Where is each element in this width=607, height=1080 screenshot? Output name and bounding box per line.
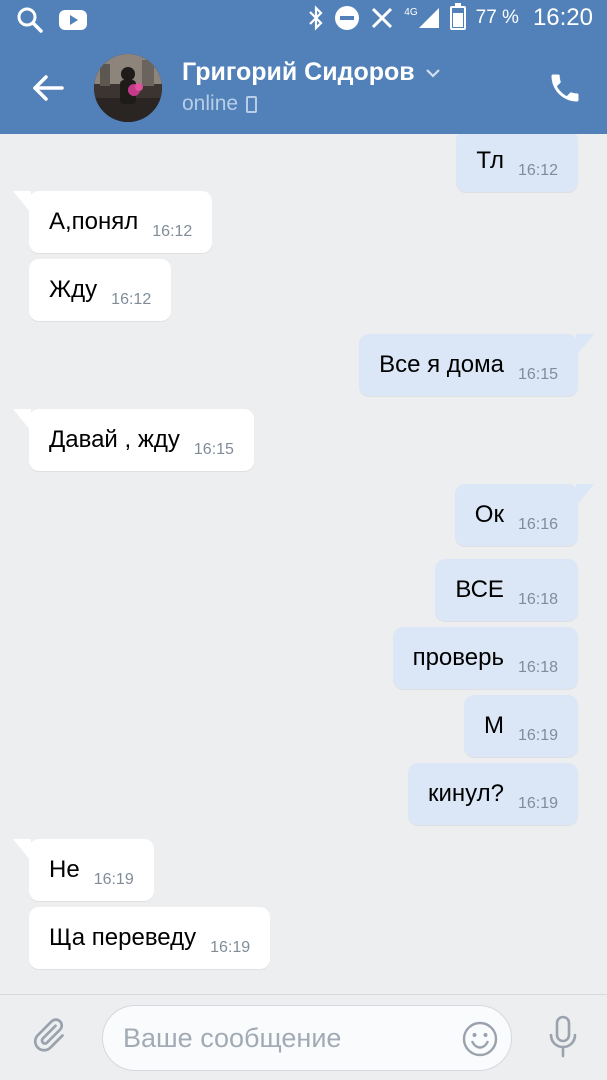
message-text: ВСЕ	[455, 576, 504, 603]
x-icon	[370, 6, 394, 30]
signal-icon: 4G	[404, 7, 439, 29]
message-text: Тл	[476, 147, 504, 174]
message-outgoing[interactable]: ВСЕ 16:18	[435, 559, 578, 621]
message-text: М	[483, 712, 504, 739]
chat-toolbar: Григорий Сидоров online	[0, 42, 607, 134]
message-text: А,понял	[49, 208, 139, 235]
message-outgoing[interactable]: Все я дома 16:15	[359, 334, 594, 396]
message-time: 16:19	[210, 939, 251, 956]
bubble-tail	[13, 191, 31, 213]
battery-percent: 77 %	[475, 7, 519, 28]
smile-icon	[462, 1021, 498, 1057]
message-text: Давай , жду	[49, 426, 180, 453]
do-not-disturb-icon	[334, 5, 360, 31]
message-outgoing[interactable]: М 16:19	[463, 695, 578, 757]
back-button[interactable]	[28, 68, 68, 108]
chevron-down-icon	[425, 68, 440, 78]
microphone-icon	[549, 1015, 577, 1058]
message-time: 16:18	[517, 659, 558, 676]
message-time: 16:16	[517, 516, 558, 533]
battery-icon	[449, 3, 466, 30]
message-time: 16:19	[517, 795, 558, 812]
message-outgoing[interactable]: кинул? 16:19	[407, 763, 578, 825]
presence-status: online	[182, 92, 239, 115]
message-list[interactable]: Тл 16:12 А,понял 16:12 Жду 16:12 Все я д…	[0, 134, 607, 994]
message-time: 16:15	[193, 441, 234, 458]
paperclip-icon	[33, 1018, 64, 1052]
message-text: Ок	[474, 501, 504, 528]
message-composer	[0, 994, 607, 1080]
status-bar: 4G 77 % 16:20	[0, 0, 607, 42]
message-time: 16:15	[517, 366, 558, 383]
contact-name: Григорий Сидоров	[182, 58, 415, 86]
clock: 16:20	[532, 4, 593, 31]
presence-row: online	[182, 92, 258, 116]
message-outgoing[interactable]: проверь 16:18	[392, 627, 578, 689]
message-outgoing[interactable]: Тл 16:12	[456, 134, 578, 192]
message-outgoing[interactable]: Ок 16:16	[454, 484, 594, 546]
search-icon[interactable]	[16, 6, 44, 34]
message-text: Не	[49, 856, 80, 883]
message-time: 16:18	[517, 591, 558, 608]
contact-name-row[interactable]: Григорий Сидоров	[182, 58, 441, 87]
phone-icon	[551, 74, 579, 102]
message-input[interactable]	[123, 1006, 443, 1070]
call-button[interactable]	[547, 70, 583, 106]
bubble-tail	[13, 409, 31, 431]
voice-message-button[interactable]	[547, 1015, 579, 1059]
message-time: 16:19	[517, 727, 558, 744]
message-text: Ща переведу	[49, 924, 197, 951]
message-incoming[interactable]: Ща переведу 16:19	[29, 907, 271, 969]
message-text: Жду	[49, 276, 98, 303]
message-text: кинул?	[427, 780, 504, 807]
app-header: 4G 77 % 16:20 Григорий Сидоров online	[0, 0, 607, 134]
bubble-tail	[13, 839, 31, 861]
contact-avatar[interactable]	[94, 54, 162, 122]
bubble-tail	[576, 484, 594, 506]
message-input-wrapper	[102, 1005, 512, 1071]
message-incoming[interactable]: А,понял 16:12	[13, 191, 213, 253]
message-incoming[interactable]: Давай , жду 16:15	[13, 409, 254, 471]
emoji-button[interactable]	[461, 1020, 499, 1058]
message-text: Все я дома	[379, 351, 504, 378]
message-incoming[interactable]: Не 16:19	[13, 839, 154, 901]
message-incoming[interactable]: Жду 16:12	[29, 259, 172, 321]
message-time: 16:12	[111, 291, 152, 308]
message-time: 16:12	[517, 162, 558, 179]
mobile-device-icon	[246, 95, 258, 113]
message-time: 16:19	[93, 871, 134, 888]
arrow-left-icon	[33, 75, 64, 101]
attach-button[interactable]	[28, 1015, 68, 1055]
message-text: проверь	[412, 644, 504, 671]
network-type-label: 4G	[404, 6, 418, 18]
bubble-tail	[576, 334, 594, 356]
bluetooth-icon	[308, 5, 324, 31]
message-time: 16:12	[152, 223, 193, 240]
youtube-icon	[58, 9, 88, 31]
